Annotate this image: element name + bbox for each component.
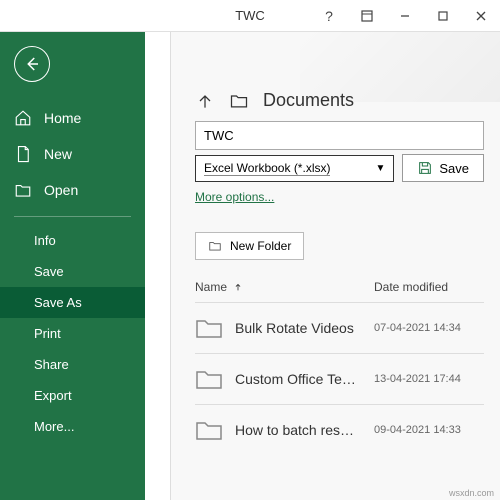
folder-icon <box>195 368 223 390</box>
window-minimize-button[interactable] <box>386 0 424 31</box>
folder-icon <box>195 317 223 339</box>
more-options-link[interactable]: More options... <box>195 190 274 204</box>
filetype-label: Excel Workbook (*.xlsx) <box>204 161 330 176</box>
nav-export[interactable]: Export <box>0 380 145 411</box>
sort-up-icon <box>233 282 243 292</box>
new-file-icon <box>14 145 32 163</box>
column-date-header[interactable]: Date modified <box>374 280 484 294</box>
file-list: Bulk Rotate Videos 07-04-2021 14:34 Cust… <box>171 302 500 455</box>
nav-divider <box>14 216 131 217</box>
column-name-label: Name <box>195 280 227 294</box>
file-row[interactable]: Custom Office Te… 13-04-2021 17:44 <box>195 353 484 404</box>
help-button[interactable]: ? <box>310 8 348 24</box>
backstage-sidebar: Home New Open Info Save Save As Print Sh… <box>0 32 145 500</box>
file-date: 13-04-2021 17:44 <box>374 373 484 385</box>
nav-open[interactable]: Open <box>0 172 145 208</box>
nav-home-label: Home <box>44 110 81 126</box>
filetype-dropdown[interactable]: Excel Workbook (*.xlsx) ▼ <box>195 155 394 182</box>
watermark: wsxdn.com <box>449 488 494 498</box>
titlebar: TWC ? <box>0 0 500 32</box>
nav-new[interactable]: New <box>0 136 145 172</box>
minimize-icon <box>399 10 411 22</box>
nav-share[interactable]: Share <box>0 349 145 380</box>
up-arrow-icon[interactable] <box>195 91 215 111</box>
open-folder-icon <box>14 181 32 199</box>
maximize-icon <box>437 10 449 22</box>
nav-more[interactable]: More... <box>0 411 145 442</box>
window-fullscreen-button[interactable] <box>348 0 386 31</box>
nav-info[interactable]: Info <box>0 225 145 256</box>
nav-save-as[interactable]: Save As <box>0 287 145 318</box>
close-icon <box>475 10 487 22</box>
nav-print[interactable]: Print <box>0 318 145 349</box>
nav-new-label: New <box>44 146 72 162</box>
titlebar-title: TWC <box>235 8 265 23</box>
file-row[interactable]: Bulk Rotate Videos 07-04-2021 14:34 <box>195 302 484 353</box>
file-name: How to batch res… <box>235 422 362 438</box>
home-icon <box>14 109 32 127</box>
new-folder-button[interactable]: New Folder <box>195 232 304 260</box>
column-name-header[interactable]: Name <box>195 280 374 294</box>
save-button[interactable]: Save <box>402 154 484 182</box>
save-button-label: Save <box>439 161 469 176</box>
window-maximize-button[interactable] <box>424 0 462 31</box>
file-row[interactable]: How to batch res… 09-04-2021 14:33 <box>195 404 484 455</box>
window-close-button[interactable] <box>462 0 500 31</box>
window-controls <box>348 0 500 31</box>
breadcrumb-label: Documents <box>263 90 354 111</box>
folder-icon <box>208 239 222 253</box>
back-arrow-icon <box>23 55 41 73</box>
file-date: 07-04-2021 14:34 <box>374 322 484 334</box>
left-divider-bar <box>145 32 171 500</box>
nav-save[interactable]: Save <box>0 256 145 287</box>
folder-icon <box>195 419 223 441</box>
save-disk-icon <box>417 160 433 176</box>
filename-input[interactable] <box>195 121 484 150</box>
nav-home[interactable]: Home <box>0 100 145 136</box>
file-list-header: Name Date modified <box>195 280 484 302</box>
breadcrumb: Documents <box>195 90 484 111</box>
fullscreen-icon <box>361 10 373 22</box>
new-folder-label: New Folder <box>230 239 291 253</box>
nav-open-label: Open <box>44 182 78 198</box>
file-name: Bulk Rotate Videos <box>235 320 362 336</box>
file-name: Custom Office Te… <box>235 371 362 387</box>
chevron-down-icon: ▼ <box>375 163 385 174</box>
folder-icon <box>229 91 249 111</box>
back-button[interactable] <box>14 46 50 82</box>
file-date: 09-04-2021 14:33 <box>374 424 484 436</box>
main-panel: Documents Excel Workbook (*.xlsx) ▼ Save… <box>171 32 500 500</box>
